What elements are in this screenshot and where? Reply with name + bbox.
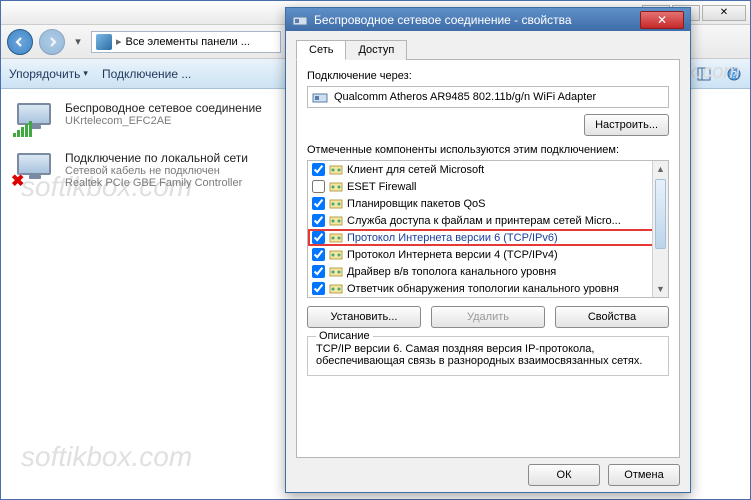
tab-network[interactable]: Сеть bbox=[296, 40, 346, 60]
component-label: Планировщик пакетов QoS bbox=[347, 198, 486, 210]
tabstrip: Сеть Доступ bbox=[296, 39, 680, 60]
connection-item-lan[interactable]: ✖ Подключение по локальной сети Сетевой … bbox=[11, 147, 291, 199]
component-label: Клиент для сетей Microsoft bbox=[347, 164, 484, 176]
svg-text:?: ? bbox=[731, 70, 737, 81]
scroll-down-button[interactable]: ▼ bbox=[653, 281, 668, 297]
dialog-title: Беспроводное сетевое соединение - свойст… bbox=[314, 13, 634, 27]
arrow-right-icon bbox=[46, 36, 58, 48]
components-label: Отмеченные компоненты используются этим … bbox=[307, 144, 669, 156]
component-label: Протокол Интернета версии 6 (TCP/IPv6) bbox=[347, 232, 558, 244]
configure-button[interactable]: Настроить... bbox=[584, 114, 669, 136]
dialog-footer: ОК Отмена bbox=[286, 458, 690, 492]
watermark: softikbox.com bbox=[21, 441, 192, 473]
component-item[interactable]: Клиент для сетей Microsoft bbox=[308, 161, 668, 178]
close-button[interactable]: ✕ bbox=[702, 5, 746, 21]
connection-title: Беспроводное сетевое соединение bbox=[65, 101, 262, 115]
protocol-icon bbox=[329, 282, 343, 296]
connection-title: Подключение по локальной сети bbox=[65, 151, 248, 165]
scroll-thumb[interactable] bbox=[655, 179, 666, 249]
description-legend: Описание bbox=[316, 330, 373, 342]
component-checkbox[interactable] bbox=[312, 197, 325, 210]
connection-item-wireless[interactable]: Беспроводное сетевое соединение UKrtelec… bbox=[11, 97, 291, 147]
error-icon: ✖ bbox=[11, 171, 24, 191]
connection-adapter: Realtek PCIe GBE Family Controller bbox=[65, 177, 248, 189]
protocol-icon bbox=[329, 163, 343, 177]
components-list[interactable]: Клиент для сетей Microsoft ESET Firewall П… bbox=[307, 160, 669, 298]
component-item[interactable]: Планировщик пакетов QoS bbox=[308, 195, 668, 212]
cancel-button[interactable]: Отмена bbox=[608, 464, 680, 486]
component-checkbox[interactable] bbox=[312, 282, 325, 295]
breadcrumb-text: Все элементы панели ... bbox=[126, 36, 250, 48]
component-item[interactable]: Ответчик обнаружения топологии канальног… bbox=[308, 280, 668, 297]
connection-icon bbox=[13, 101, 55, 137]
properties-button[interactable]: Свойства bbox=[555, 306, 669, 328]
protocol-icon bbox=[329, 265, 343, 279]
scroll-up-button[interactable]: ▲ bbox=[653, 161, 668, 177]
dialog-titlebar[interactable]: Беспроводное сетевое соединение - свойст… bbox=[286, 8, 690, 31]
connection-icon: ✖ bbox=[13, 151, 55, 187]
install-button[interactable]: Установить... bbox=[307, 306, 421, 328]
tab-access[interactable]: Доступ bbox=[345, 40, 407, 60]
back-button[interactable] bbox=[7, 29, 33, 55]
protocol-icon bbox=[329, 197, 343, 211]
component-checkbox[interactable] bbox=[312, 231, 325, 244]
component-checkbox[interactable] bbox=[312, 163, 325, 176]
description-group: Описание TCP/IP версии 6. Самая поздняя … bbox=[307, 336, 669, 376]
description-text: TCP/IP версии 6. Самая поздняя версия IP… bbox=[316, 343, 660, 367]
protocol-icon bbox=[329, 231, 343, 245]
component-item[interactable]: Протокол Интернета версии 4 (TCP/IPv4) bbox=[308, 246, 668, 263]
component-checkbox[interactable] bbox=[312, 265, 325, 278]
component-item[interactable]: ESET Firewall bbox=[308, 178, 668, 195]
adapter-field[interactable]: Qualcomm Atheros AR9485 802.11b/g/n WiFi… bbox=[307, 86, 669, 108]
component-label: Протокол Интернета версии 4 (TCP/IPv4) bbox=[347, 249, 558, 261]
component-label: ESET Firewall bbox=[347, 181, 416, 193]
panel-icon[interactable] bbox=[696, 66, 712, 82]
tab-panel-network: Подключение через: Qualcomm Atheros AR94… bbox=[296, 60, 680, 458]
organize-menu[interactable]: Упорядочить▾ bbox=[9, 67, 88, 81]
connection-status: Сетевой кабель не подключен bbox=[65, 165, 248, 177]
connect-using-label: Подключение через: bbox=[307, 70, 669, 82]
dialog-close-button[interactable]: ✕ bbox=[640, 11, 684, 29]
connection-ssid: UKrtelecom_EFC2AE bbox=[65, 115, 262, 127]
network-adapter-icon bbox=[292, 12, 308, 28]
address-bar[interactable]: ▸ Все элементы панели ... bbox=[91, 31, 281, 53]
protocol-icon bbox=[329, 214, 343, 228]
adapter-name: Qualcomm Atheros AR9485 802.11b/g/n WiFi… bbox=[334, 91, 596, 103]
component-label: Драйвер в/в тополога канального уровня bbox=[347, 266, 556, 278]
network-adapter-icon bbox=[312, 89, 328, 105]
component-item[interactable]: Драйвер в/в тополога канального уровня bbox=[308, 263, 668, 280]
nav-history-dropdown[interactable]: ▾ bbox=[71, 35, 85, 48]
connect-menu[interactable]: Подключение ... bbox=[102, 67, 191, 81]
protocol-icon bbox=[329, 248, 343, 262]
component-label: Служба доступа к файлам и принтерам сете… bbox=[347, 215, 621, 227]
forward-button[interactable] bbox=[39, 29, 65, 55]
component-checkbox[interactable] bbox=[312, 214, 325, 227]
protocol-icon bbox=[329, 180, 343, 194]
arrow-left-icon bbox=[14, 36, 26, 48]
component-checkbox[interactable] bbox=[312, 248, 325, 261]
component-item[interactable]: Служба доступа к файлам и принтерам сете… bbox=[308, 212, 668, 229]
component-checkbox[interactable] bbox=[312, 180, 325, 193]
help-icon[interactable]: ? bbox=[726, 66, 742, 82]
properties-dialog: Беспроводное сетевое соединение - свойст… bbox=[285, 7, 691, 493]
scrollbar[interactable]: ▲ ▼ bbox=[652, 161, 668, 297]
ok-button[interactable]: ОК bbox=[528, 464, 600, 486]
wifi-signal-icon bbox=[13, 121, 32, 137]
component-label: Ответчик обнаружения топологии канальног… bbox=[347, 283, 619, 295]
remove-button: Удалить bbox=[431, 306, 545, 328]
control-panel-icon bbox=[96, 34, 112, 50]
component-item[interactable]: Протокол Интернета версии 6 (TCP/IPv6) bbox=[308, 229, 668, 246]
